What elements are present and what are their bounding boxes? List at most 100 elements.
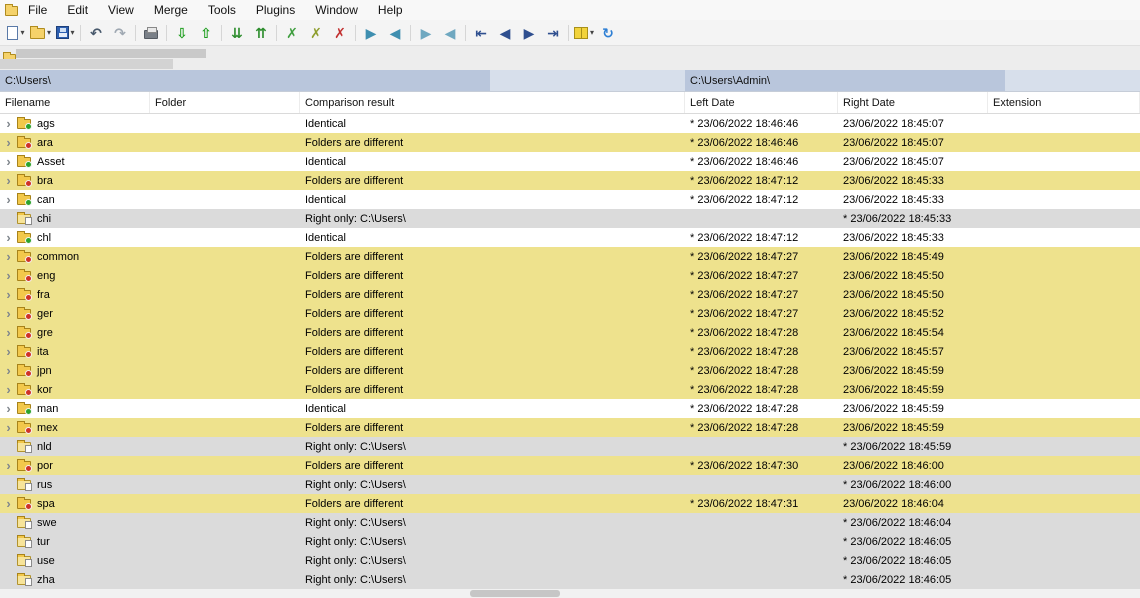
table-row[interactable]: ›porFolders are different* 23/06/2022 18… <box>0 456 1140 475</box>
dropdown-arrow-icon[interactable]: ▾ <box>47 28 51 37</box>
copy-left-advance-button[interactable]: ⇈ <box>249 22 273 44</box>
expand-chevron-icon[interactable]: › <box>2 421 15 434</box>
table-row[interactable]: ›turRight only: C:\Users\* 23/06/2022 18… <box>0 532 1140 551</box>
table-row[interactable]: ›korFolders are different* 23/06/2022 18… <box>0 380 1140 399</box>
delete-button[interactable]: ✗ <box>328 22 352 44</box>
tab-strip-placeholder[interactable] <box>0 59 173 69</box>
table-row[interactable]: ›fraFolders are different* 23/06/2022 18… <box>0 285 1140 304</box>
expand-chevron-icon[interactable]: › <box>2 250 15 263</box>
new-button[interactable]: ▾ <box>4 22 28 44</box>
filename-label: bra <box>37 175 53 187</box>
expand-chevron-icon[interactable]: › <box>2 364 15 377</box>
filename-label: chi <box>37 213 51 225</box>
expand-chevron-icon[interactable]: › <box>2 459 15 472</box>
expand-chevron-icon[interactable]: › <box>2 174 15 187</box>
table-row[interactable]: ›gerFolders are different* 23/06/2022 18… <box>0 304 1140 323</box>
tab-bar <box>0 46 1140 70</box>
next-page-button[interactable]: ▶ <box>517 22 541 44</box>
next-conflict-button[interactable]: ▶ <box>414 22 438 44</box>
column-header-extension[interactable]: Extension <box>988 92 1140 113</box>
expand-chevron-icon[interactable]: › <box>2 136 15 149</box>
expand-chevron-icon[interactable]: › <box>2 497 15 510</box>
next-diff-button[interactable]: ▶ <box>359 22 383 44</box>
table-row[interactable]: ›chlIdentical* 23/06/2022 18:47:1223/06/… <box>0 228 1140 247</box>
filename-cell: ›spa <box>0 494 150 513</box>
expand-chevron-icon[interactable]: › <box>2 269 15 282</box>
expand-chevron-icon[interactable]: › <box>2 326 15 339</box>
dropdown-arrow-icon[interactable]: ▾ <box>20 28 24 37</box>
column-header-folder[interactable]: Folder <box>150 92 300 113</box>
scrollbar-thumb[interactable] <box>470 590 560 597</box>
table-row[interactable]: ›sweRight only: C:\Users\* 23/06/2022 18… <box>0 513 1140 532</box>
table-row[interactable]: ›useRight only: C:\Users\* 23/06/2022 18… <box>0 551 1140 570</box>
menu-tools[interactable]: Tools <box>198 0 246 20</box>
view-layout-button[interactable]: ▾ <box>572 22 596 44</box>
undo-button[interactable]: ↶ <box>84 22 108 44</box>
table-row[interactable]: ›zhaRight only: C:\Users\* 23/06/2022 18… <box>0 570 1140 589</box>
menu-file[interactable]: File <box>18 0 57 20</box>
table-row[interactable]: ›agsIdentical* 23/06/2022 18:46:4623/06/… <box>0 114 1140 133</box>
folder-icon <box>17 423 31 433</box>
column-header-comparison-result[interactable]: Comparison result <box>300 92 685 113</box>
filename-label: nld <box>37 441 52 453</box>
menu-help[interactable]: Help <box>368 0 413 20</box>
expand-chevron-icon[interactable]: › <box>2 117 15 130</box>
redo-button[interactable]: ↷ <box>108 22 132 44</box>
table-row[interactable]: ›spaFolders are different* 23/06/2022 18… <box>0 494 1140 513</box>
save-button[interactable]: ▾ <box>53 22 77 44</box>
last-diff-button[interactable]: ⇥ <box>541 22 565 44</box>
compare-tab-placeholder[interactable] <box>16 49 206 58</box>
table-row[interactable]: ›greFolders are different* 23/06/2022 18… <box>0 323 1140 342</box>
delete-icon: ✗ <box>334 26 346 40</box>
table-row[interactable]: ›jpnFolders are different* 23/06/2022 18… <box>0 361 1140 380</box>
column-header-right-date[interactable]: Right Date <box>838 92 988 113</box>
open-button[interactable]: ▾ <box>28 22 53 44</box>
table-row[interactable]: ›araFolders are different* 23/06/2022 18… <box>0 133 1140 152</box>
prev-diff-button[interactable]: ◀ <box>383 22 407 44</box>
table-row[interactable]: ›AssetIdentical* 23/06/2022 18:46:4623/0… <box>0 152 1140 171</box>
table-row[interactable]: ›canIdentical* 23/06/2022 18:47:1223/06/… <box>0 190 1140 209</box>
print-button[interactable] <box>139 22 163 44</box>
menu-window[interactable]: Window <box>305 0 368 20</box>
auto-merge-button[interactable]: ✗ <box>280 22 304 44</box>
menu-plugins[interactable]: Plugins <box>246 0 305 20</box>
table-row[interactable]: ›nldRight only: C:\Users\* 23/06/2022 18… <box>0 437 1140 456</box>
column-header-filename[interactable]: Filename <box>0 92 150 113</box>
right-path-segment[interactable]: C:\Users\Admin\ <box>685 70 1005 91</box>
expand-chevron-icon[interactable]: › <box>2 345 15 358</box>
table-row[interactable]: ›engFolders are different* 23/06/2022 18… <box>0 266 1140 285</box>
table-row[interactable]: ›braFolders are different* 23/06/2022 18… <box>0 171 1140 190</box>
expand-chevron-icon[interactable]: › <box>2 193 15 206</box>
table-row[interactable]: ›chiRight only: C:\Users\* 23/06/2022 18… <box>0 209 1140 228</box>
column-header-left-date[interactable]: Left Date <box>685 92 838 113</box>
menu-merge[interactable]: Merge <box>144 0 198 20</box>
filename-cell: ›ags <box>0 114 150 133</box>
horizontal-scrollbar[interactable] <box>0 589 1140 598</box>
copy-right-advance-button[interactable]: ⇊ <box>225 22 249 44</box>
table-row[interactable]: ›commonFolders are different* 23/06/2022… <box>0 247 1140 266</box>
dropdown-arrow-icon[interactable]: ▾ <box>71 28 75 37</box>
merge-mode-button[interactable]: ✗ <box>304 22 328 44</box>
left-path-segment[interactable]: C:\Users\ <box>0 70 490 91</box>
first-diff-button[interactable]: ⇤ <box>469 22 493 44</box>
expand-chevron-icon[interactable]: › <box>2 402 15 415</box>
expand-chevron-icon[interactable]: › <box>2 307 15 320</box>
table-row[interactable]: ›itaFolders are different* 23/06/2022 18… <box>0 342 1140 361</box>
expand-chevron-icon[interactable]: › <box>2 155 15 168</box>
dropdown-arrow-icon[interactable]: ▾ <box>590 28 594 37</box>
comparison-result-cell: Identical <box>300 152 685 171</box>
table-row[interactable]: ›mexFolders are different* 23/06/2022 18… <box>0 418 1140 437</box>
refresh-button[interactable]: ↻ <box>596 22 620 44</box>
prev-page-button[interactable]: ◀ <box>493 22 517 44</box>
prev-conflict-button[interactable]: ◀ <box>438 22 462 44</box>
table-row[interactable]: ›rusRight only: C:\Users\* 23/06/2022 18… <box>0 475 1140 494</box>
expand-chevron-icon[interactable]: › <box>2 383 15 396</box>
right-date-cell: * 23/06/2022 18:45:33 <box>838 209 988 228</box>
expand-chevron-icon[interactable]: › <box>2 231 15 244</box>
copy-right-button[interactable]: ⇩ <box>170 22 194 44</box>
menu-view[interactable]: View <box>98 0 144 20</box>
menu-edit[interactable]: Edit <box>57 0 98 20</box>
table-row[interactable]: ›manIdentical* 23/06/2022 18:47:2823/06/… <box>0 399 1140 418</box>
copy-left-button[interactable]: ⇧ <box>194 22 218 44</box>
expand-chevron-icon[interactable]: › <box>2 288 15 301</box>
